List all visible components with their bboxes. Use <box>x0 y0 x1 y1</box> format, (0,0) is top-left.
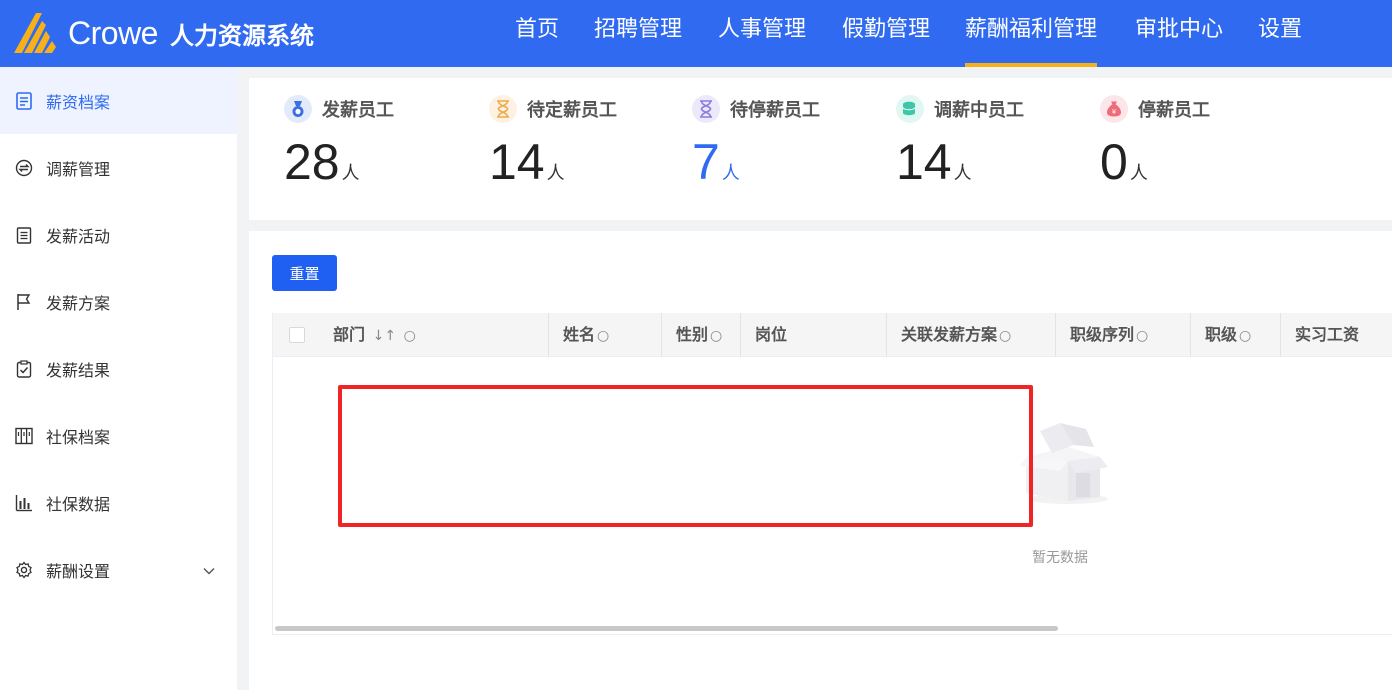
stat-value: 14 人 <box>489 134 565 190</box>
search-icon[interactable]: ○ <box>710 328 722 344</box>
svg-text:¥: ¥ <box>1112 108 1117 116</box>
nav-home[interactable]: 首页 <box>515 0 559 67</box>
search-icon[interactable]: ○ <box>597 328 609 344</box>
stat-label: 调薪中员工 <box>934 100 1024 121</box>
medal-icon <box>284 95 312 123</box>
stat-value: 7人 <box>692 134 740 190</box>
table-header: 部门 ↓↑ ○ 姓名 ○ 性别 ○ 岗位 关联发薪方案 ○ 职级序列 ○ 职级 ○ <box>273 313 1392 357</box>
column-label: 部门 <box>333 325 366 344</box>
hourglass-icon <box>692 95 720 123</box>
gear-icon <box>14 560 34 580</box>
sidebar-item-salary-archive[interactable]: 薪资档案 <box>0 67 237 134</box>
column-label: 职级序列 <box>1070 325 1135 344</box>
select-all-checkbox[interactable] <box>289 327 305 343</box>
column-label: 职级 <box>1205 325 1238 344</box>
top-navbar: Crowe 人力资源系统 首页 招聘管理 人事管理 假勤管理 薪酬福利管理 审批… <box>0 0 1392 67</box>
stat-pending-stop-employees[interactable]: 待停薪员工 7人 <box>692 78 892 220</box>
column-department[interactable]: 部门 ↓↑ ○ <box>319 313 549 357</box>
search-icon[interactable]: ○ <box>1136 328 1148 344</box>
stat-paid-employees[interactable]: 发薪员工 28 人 <box>284 78 484 220</box>
column-intern-salary: 实习工资 <box>1281 313 1392 357</box>
search-icon[interactable]: ○ <box>404 328 416 344</box>
document-list-icon <box>14 91 34 111</box>
sidebar-item-label: 发薪结果 <box>46 360 111 380</box>
nav-attendance[interactable]: 假勤管理 <box>842 0 930 67</box>
money-bag-icon: ¥ <box>1100 95 1128 123</box>
sidebar-item-label: 社保数据 <box>46 494 111 514</box>
search-icon[interactable]: ○ <box>1239 328 1251 344</box>
sidebar-item-label: 发薪活动 <box>46 226 111 246</box>
sidebar-item-social-archive[interactable]: 社保档案 <box>0 402 237 469</box>
column-name[interactable]: 姓名 ○ <box>549 313 662 357</box>
nav-compensation[interactable]: 薪酬福利管理 <box>965 0 1098 67</box>
nav-recruitment[interactable]: 招聘管理 <box>594 0 682 67</box>
sidebar-item-label: 调薪管理 <box>46 159 111 179</box>
stat-value: 28 人 <box>284 134 360 190</box>
column-position: 岗位 <box>741 313 887 357</box>
coins-icon <box>896 95 924 123</box>
column-gender[interactable]: 性别 ○ <box>662 313 741 357</box>
sidebar-item-salary-settings[interactable]: 薪酬设置 <box>0 536 237 603</box>
sidebar: 薪资档案 调薪管理 发薪活动 发薪方案 发薪结果 社保档案 社保数据 薪酬设置 <box>0 67 237 690</box>
sidebar-item-payroll-plan[interactable]: 发薪方案 <box>0 268 237 335</box>
system-name: 人力资源系统 <box>169 21 314 50</box>
column-label: 岗位 <box>755 325 788 344</box>
nav-personnel[interactable]: 人事管理 <box>718 0 806 67</box>
empty-text: 暂无数据 <box>1032 550 1088 566</box>
column-payroll-plan[interactable]: 关联发薪方案 ○ <box>887 313 1056 357</box>
chevron-down-icon <box>203 560 215 579</box>
stat-pending-salary-employees[interactable]: 待定薪员工 14 人 <box>489 78 689 220</box>
clipboard-icon <box>14 225 34 245</box>
sidebar-item-social-data[interactable]: 社保数据 <box>0 469 237 536</box>
stats-card: 发薪员工 28人 待定薪员工 14人 待停薪员工 7人 调薪中员工 14人 <box>249 78 1392 220</box>
stat-value: 14 人 <box>896 134 972 190</box>
column-grade[interactable]: 职级 ○ <box>1191 313 1281 357</box>
flag-icon <box>14 292 34 312</box>
exchange-icon <box>14 158 34 178</box>
stat-value: 0人 <box>1100 134 1148 190</box>
clipboard-check-icon <box>14 359 34 379</box>
horizontal-scrollbar[interactable] <box>275 626 1058 631</box>
brand-name: Crowe <box>68 14 158 51</box>
stat-stopped-employees[interactable]: ¥ 停薪员工 0人 <box>1100 78 1300 220</box>
sidebar-item-salary-adjust[interactable]: 调薪管理 <box>0 134 237 201</box>
stat-label: 发薪员工 <box>322 100 394 121</box>
stat-label: 停薪员工 <box>1138 100 1210 121</box>
sidebar-item-label: 发薪方案 <box>46 293 111 313</box>
column-grade-sequence[interactable]: 职级序列 ○ <box>1056 313 1191 357</box>
cabinet-icon <box>14 426 34 446</box>
stat-label: 待停薪员工 <box>730 100 820 121</box>
column-label: 实习工资 <box>1295 325 1360 344</box>
sidebar-item-payroll-activity[interactable]: 发薪活动 <box>0 201 237 268</box>
sort-icon[interactable]: ↓↑ <box>373 328 396 344</box>
sidebar-item-label: 薪资档案 <box>46 92 111 112</box>
nav-settings[interactable]: 设置 <box>1258 0 1302 67</box>
sidebar-item-payroll-result[interactable]: 发薪结果 <box>0 335 237 402</box>
stat-label: 待定薪员工 <box>527 100 617 121</box>
crowe-logo-icon <box>14 13 56 53</box>
stat-adjusting-employees[interactable]: 调薪中员工 14 人 <box>896 78 1096 220</box>
column-label: 性别 <box>676 325 709 344</box>
sidebar-item-label: 薪酬设置 <box>46 561 111 581</box>
nav-approval[interactable]: 审批中心 <box>1135 0 1223 67</box>
column-label: 姓名 <box>563 325 596 344</box>
bar-chart-icon <box>14 493 34 513</box>
column-label: 关联发薪方案 <box>901 325 998 344</box>
reset-button[interactable]: 重置 <box>272 255 337 291</box>
highlight-annotation-box <box>338 385 1033 527</box>
search-icon[interactable]: ○ <box>999 328 1011 344</box>
logo[interactable]: Crowe 人力资源系统 <box>12 8 314 58</box>
hourglass-icon <box>489 95 517 123</box>
sidebar-item-label: 社保档案 <box>46 427 111 447</box>
